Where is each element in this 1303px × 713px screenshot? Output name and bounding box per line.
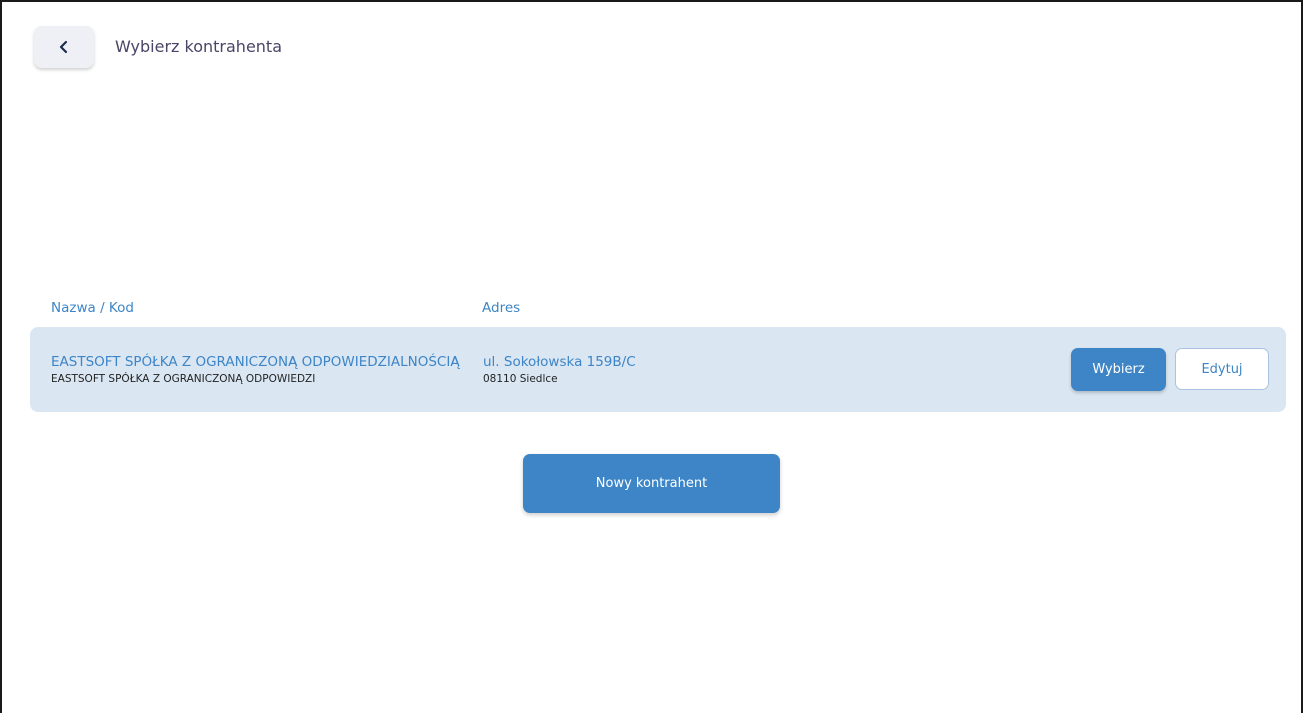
back-button[interactable] bbox=[34, 26, 94, 68]
edit-button[interactable]: Edytuj bbox=[1175, 348, 1269, 390]
page-title: Wybierz kontrahenta bbox=[115, 37, 282, 56]
column-header-name: Nazwa / Kod bbox=[51, 300, 134, 316]
app-window: Wybierz kontrahenta Nazwa / Kod Adres EA… bbox=[0, 0, 1303, 713]
new-contractor-button[interactable]: Nowy kontrahent bbox=[523, 454, 780, 513]
contractor-name: EASTSOFT SPÓŁKA Z OGRANICZONĄ ODPOWIEDZI… bbox=[51, 354, 460, 370]
column-header-address: Adres bbox=[482, 300, 521, 316]
contractor-code: EASTSOFT SPÓŁKA Z OGRANICZONĄ ODPOWIEDZI bbox=[51, 373, 316, 385]
select-button[interactable]: Wybierz bbox=[1071, 348, 1166, 391]
chevron-left-icon bbox=[58, 40, 70, 54]
table-row[interactable]: EASTSOFT SPÓŁKA Z OGRANICZONĄ ODPOWIEDZI… bbox=[30, 327, 1286, 412]
contractor-city: 08110 Siedlce bbox=[483, 373, 558, 385]
contractor-street: ul. Sokołowska 159B/C bbox=[483, 354, 636, 370]
